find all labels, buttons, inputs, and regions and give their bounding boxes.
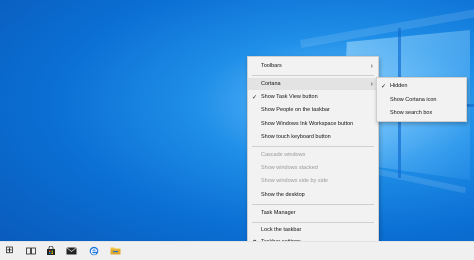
menu-separator	[252, 75, 374, 76]
menu-item-label: Show Task View button	[261, 94, 318, 100]
menu-item-label: Show Windows Ink Workspace button	[261, 121, 354, 127]
file-explorer-icon[interactable]	[110, 245, 121, 256]
submenu-item-label: Hidden	[390, 83, 408, 89]
menu-item-cascade-windows: Cascade windows	[248, 149, 378, 161]
menu-separator	[252, 222, 374, 223]
file-explorer-icon-graphic	[110, 247, 121, 255]
task-view-icon-graphic	[25, 247, 36, 254]
menu-item-show-desktop[interactable]: Show the desktop	[248, 189, 378, 201]
menu-item-label: Show the desktop	[261, 192, 305, 198]
menu-item-label: Show People on the taskbar	[261, 107, 330, 113]
menu-item-toolbars[interactable]: Toolbars ›	[248, 60, 378, 72]
menu-item-show-ink-workspace[interactable]: Show Windows Ink Workspace button	[248, 118, 378, 130]
menu-item-show-windows-side-by-side: Show windows side by side	[248, 175, 378, 187]
menu-item-show-touch-keyboard[interactable]: Show touch keyboard button	[248, 131, 378, 143]
menu-item-lock-taskbar[interactable]: Lock the taskbar	[248, 224, 378, 236]
submenu-item-show-search-box[interactable]: Show search box	[377, 107, 466, 119]
check-icon: ✓	[252, 94, 258, 101]
submenu-item-label: Show Cortana icon	[390, 97, 437, 103]
submenu-item-show-cortana-icon[interactable]: Show Cortana icon	[377, 94, 466, 106]
cortana-submenu: ✓ Hidden Show Cortana icon Show search b…	[376, 77, 467, 122]
menu-separator	[252, 204, 374, 205]
submenu-item-hidden[interactable]: ✓ Hidden	[377, 80, 466, 92]
menu-item-label: Show windows stacked	[261, 165, 318, 171]
store-icon-graphic	[46, 245, 55, 255]
submenu-item-label: Show search box	[390, 110, 433, 116]
menu-item-label: Cascade windows	[261, 152, 306, 158]
menu-separator	[252, 146, 374, 147]
menu-item-label: Show windows side by side	[261, 178, 328, 184]
menu-item-show-task-view[interactable]: ✓ Show Task View button	[248, 91, 378, 103]
menu-item-cortana[interactable]: Cortana ›	[248, 78, 378, 90]
task-view-icon[interactable]	[25, 245, 36, 256]
mail-icon[interactable]	[66, 245, 77, 256]
check-icon: ✓	[381, 83, 387, 90]
mail-icon-graphic	[66, 246, 77, 254]
menu-item-label: Toolbars	[261, 63, 282, 69]
chevron-right-icon: ›	[370, 80, 373, 88]
edge-icon-graphic	[89, 246, 98, 255]
edge-icon[interactable]	[88, 245, 99, 256]
taskbar-context-menu: Toolbars › Cortana › ✓ Show Task View bu…	[247, 56, 379, 251]
store-icon[interactable]	[45, 245, 56, 256]
windows-start-icon[interactable]: ⊞	[4, 245, 15, 256]
menu-item-show-windows-stacked: Show windows stacked	[248, 162, 378, 174]
chevron-right-icon: ›	[370, 62, 373, 70]
menu-item-label: Task Manager	[261, 210, 296, 216]
menu-item-task-manager[interactable]: Task Manager	[248, 207, 378, 219]
menu-item-label: Lock the taskbar	[261, 227, 302, 233]
menu-item-label: Cortana	[261, 81, 281, 87]
menu-item-label: Show touch keyboard button	[261, 134, 331, 140]
menu-item-show-people[interactable]: Show People on the taskbar	[248, 104, 378, 116]
